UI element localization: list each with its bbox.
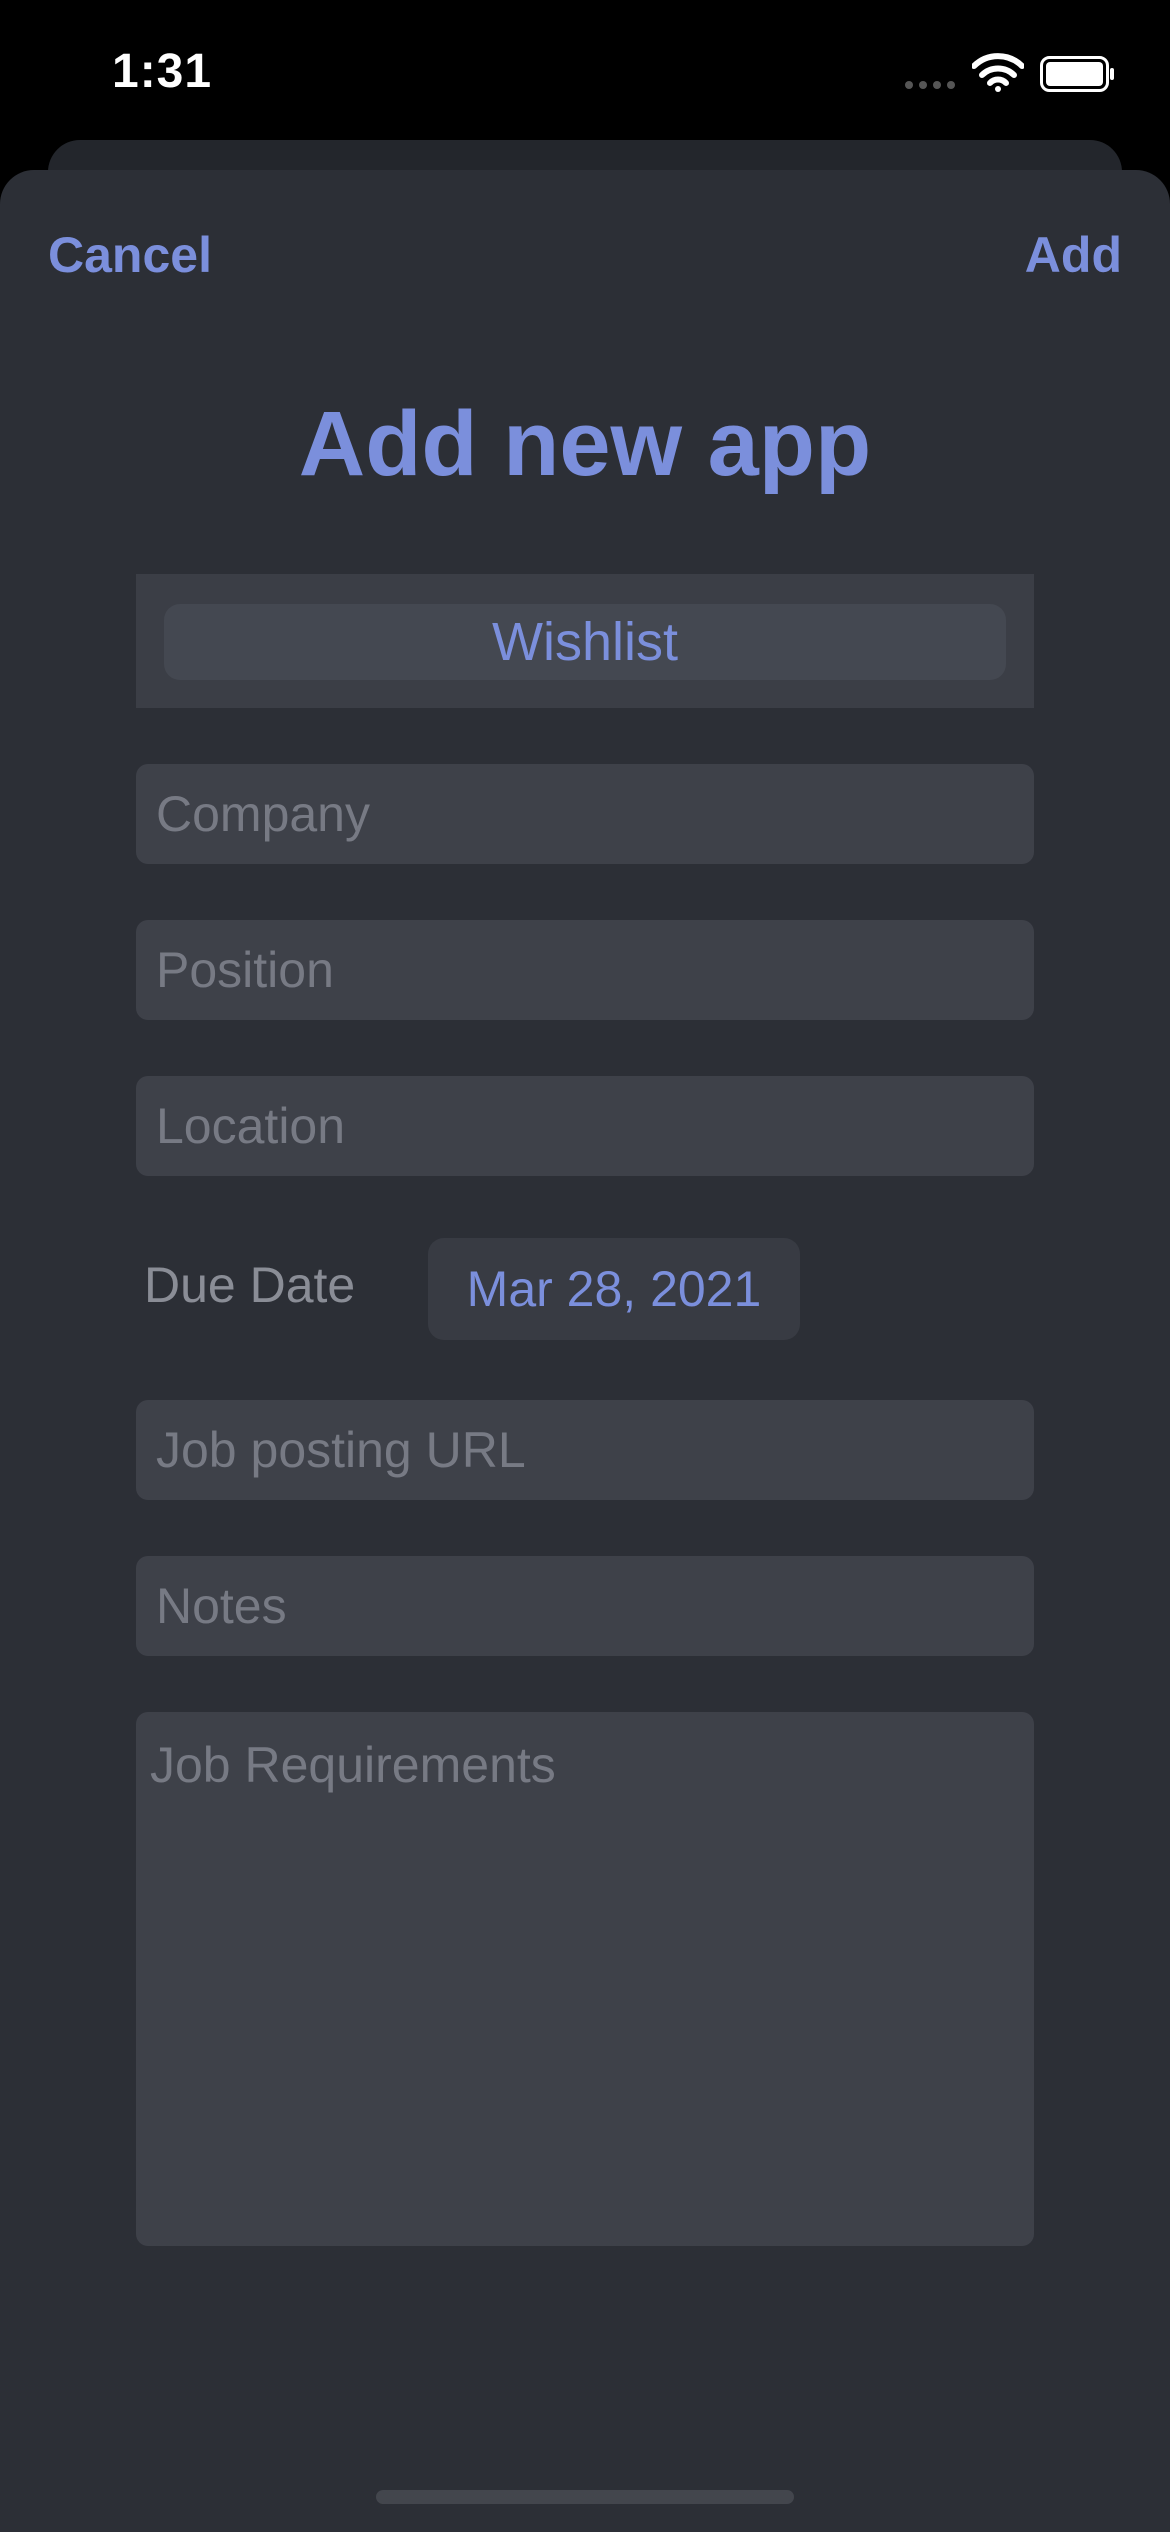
segment-wishlist[interactable]: Wishlist bbox=[164, 604, 1006, 680]
status-segmented-control: Wishlist bbox=[136, 574, 1034, 708]
location-field[interactable] bbox=[136, 1076, 1034, 1176]
page-title: Add new app bbox=[298, 393, 872, 495]
job-posting-url-field[interactable] bbox=[136, 1400, 1034, 1500]
home-indicator bbox=[376, 2490, 794, 2504]
position-field[interactable] bbox=[136, 920, 1034, 1020]
company-field[interactable] bbox=[136, 764, 1034, 864]
due-date-picker[interactable]: Mar 28, 2021 bbox=[428, 1238, 800, 1340]
notes-field[interactable] bbox=[136, 1556, 1034, 1656]
status-time: 1:31 bbox=[112, 45, 213, 98]
signal-icon bbox=[905, 81, 955, 89]
cancel-button[interactable]: Cancel bbox=[48, 226, 212, 284]
due-date-label: Due Date bbox=[144, 1257, 356, 1313]
wifi-icon bbox=[972, 53, 1024, 92]
job-requirements-textarea[interactable]: Job Requirements bbox=[136, 1712, 1034, 2246]
status-bar: 1:31 bbox=[0, 0, 1170, 150]
battery-icon bbox=[1040, 56, 1114, 92]
add-app-sheet: Cancel Add Add new app Wishlist Due Date… bbox=[0, 170, 1170, 2532]
add-button[interactable]: Add bbox=[1025, 226, 1122, 284]
